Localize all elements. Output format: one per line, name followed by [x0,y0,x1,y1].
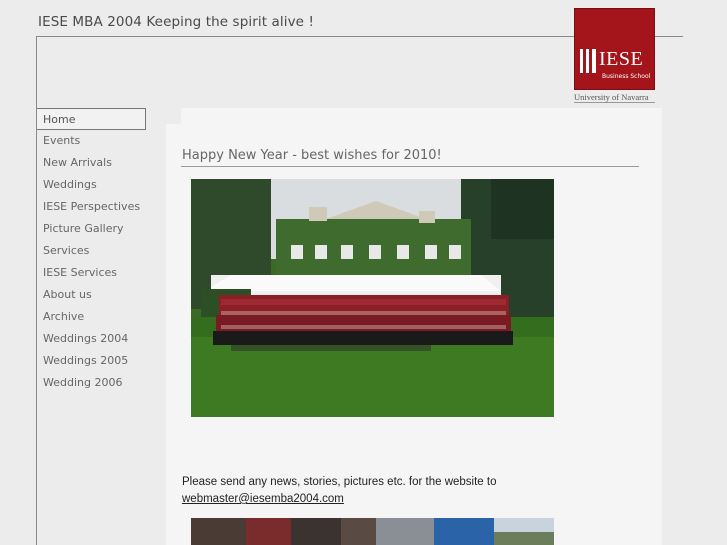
photo-thumbnail-strip [191,518,554,545]
logo-subtitle: Business School [602,73,651,80]
nav-item-picture-gallery[interactable]: Picture Gallery [37,218,147,240]
sidebar-nav: Home Events New Arrivals Weddings IESE P… [37,108,147,394]
iese-logo[interactable]: IESE Business School [574,8,655,90]
nav-item-new-arrivals[interactable]: New Arrivals [37,152,147,174]
nav-item-services[interactable]: Services [37,240,147,262]
content-header-strip [181,108,662,124]
nav-item-home[interactable]: Home [37,108,146,130]
nav-item-archive[interactable]: Archive [37,306,147,328]
contact-message: Please send any news, stories, pictures … [182,474,622,508]
webmaster-email-link[interactable]: webmaster@iesemba2004.com [182,493,344,505]
nav-item-weddings-2005[interactable]: Weddings 2005 [37,350,147,372]
nav-item-iese-perspectives[interactable]: IESE Perspectives [37,196,147,218]
nav-item-weddings-2004[interactable]: Weddings 2004 [37,328,147,350]
post-title: Happy New Year - best wishes for 2010! [182,148,442,163]
main-content: Happy New Year - best wishes for 2010! P… [166,124,662,545]
nav-item-wedding-2006[interactable]: Wedding 2006 [37,372,147,394]
message-text: Please send any news, stories, pictures … [182,476,497,488]
logo-caption-divider [574,102,655,103]
nav-item-iese-services[interactable]: IESE Services [37,262,147,284]
site-title: IESE MBA 2004 Keeping the spirit alive ! [38,14,314,30]
logo-name: IESE [599,48,644,70]
shield-icon [580,49,596,73]
nav-item-weddings[interactable]: Weddings [37,174,147,196]
post-title-divider [181,166,639,167]
group-photo [191,179,554,417]
nav-item-events[interactable]: Events [37,130,147,152]
logo-caption: University of Navarra [574,92,649,102]
nav-item-about-us[interactable]: About us [37,284,147,306]
